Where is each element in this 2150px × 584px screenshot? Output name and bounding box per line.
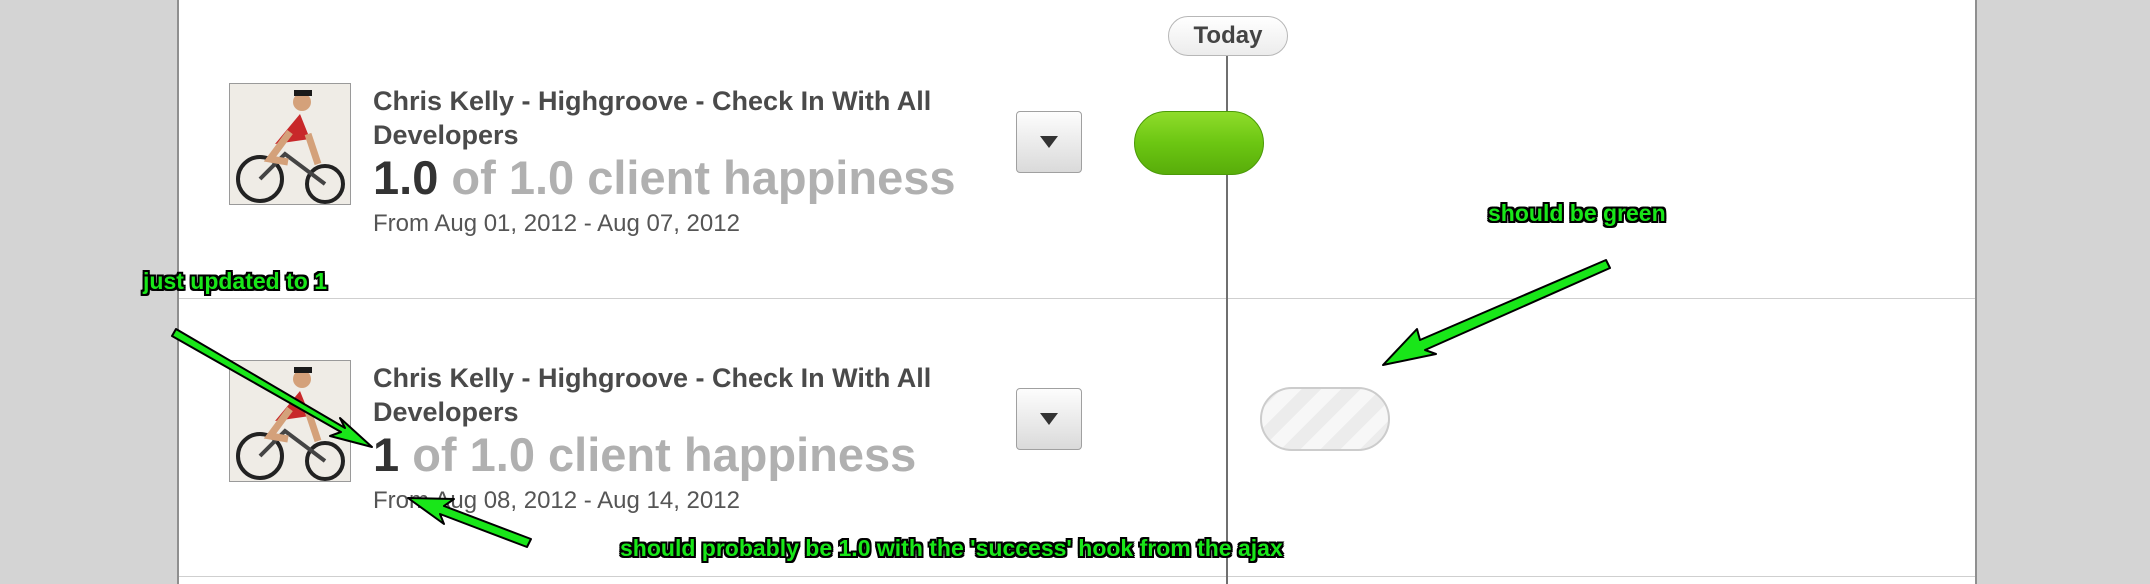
avatar bbox=[229, 360, 351, 482]
score-value: 1 bbox=[373, 428, 400, 481]
goal-options-button[interactable] bbox=[1016, 388, 1082, 450]
status-indicator-empty[interactable] bbox=[1260, 387, 1390, 451]
score-value: 1.0 bbox=[373, 151, 439, 204]
triangle-down-icon bbox=[1040, 413, 1058, 425]
date-range: From Aug 01, 2012 - Aug 07, 2012 bbox=[373, 210, 740, 237]
status-indicator-success[interactable] bbox=[1134, 111, 1264, 175]
annotation-just-updated: just updated to 1 bbox=[143, 268, 327, 294]
goal-row: Chris Kelly - Highgroove - Check In With… bbox=[179, 278, 1975, 558]
date-range: From Aug 08, 2012 - Aug 14, 2012 bbox=[373, 487, 740, 514]
cyclist-photo-icon bbox=[230, 84, 350, 204]
goal-score: 1 of 1.0 client happiness bbox=[373, 429, 916, 481]
goal-title[interactable]: Chris Kelly - Highgroove - Check In With… bbox=[373, 84, 993, 152]
annotation-should-be-green: should be green bbox=[1488, 200, 1666, 226]
annotation-should-probably: should probably be 1.0 with the 'success… bbox=[620, 535, 1283, 561]
goal-options-button[interactable] bbox=[1016, 111, 1082, 173]
goals-panel: Today Chris Kelly - Highgroove - Check I… bbox=[177, 0, 1977, 584]
avatar bbox=[229, 83, 351, 205]
row-divider bbox=[179, 576, 1975, 577]
cyclist-photo-icon bbox=[230, 361, 350, 481]
score-target: of 1.0 client happiness bbox=[399, 428, 917, 481]
goal-score: 1.0 of 1.0 client happiness bbox=[373, 152, 955, 204]
score-target: of 1.0 client happiness bbox=[438, 151, 956, 204]
goal-row: Chris Kelly - Highgroove - Check In With… bbox=[179, 0, 1975, 280]
goal-title[interactable]: Chris Kelly - Highgroove - Check In With… bbox=[373, 361, 993, 429]
triangle-down-icon bbox=[1040, 136, 1058, 148]
